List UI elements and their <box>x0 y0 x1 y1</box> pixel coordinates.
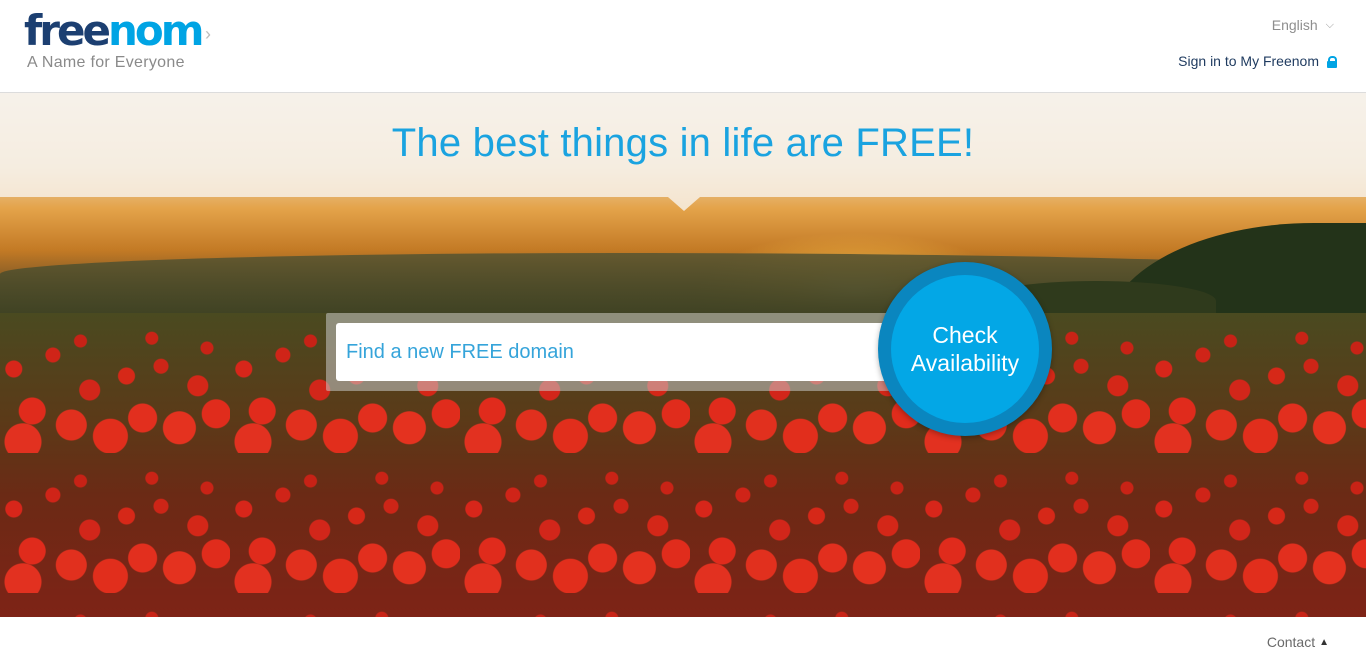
contact-label: Contact <box>1266 634 1316 650</box>
title-band: The best things in life are FREE! <box>0 93 1366 197</box>
chevron-right-icon: › <box>205 24 211 44</box>
logo-tagline: A Name for Everyone <box>27 54 185 71</box>
signin-link[interactable]: Sign in to My Freenom <box>1178 53 1337 69</box>
site-header: freenom A Name for Everyone › English ⌵ … <box>0 0 1366 93</box>
site-footer: Contact ▲ <box>0 617 1366 666</box>
title-band-notch <box>668 197 700 211</box>
hero-title: The best things in life are FREE! <box>391 121 975 165</box>
chevron-up-icon: ▲ <box>1319 636 1329 648</box>
lock-icon <box>1327 55 1337 68</box>
chevron-down-icon: ⌵ <box>1325 18 1334 31</box>
logo-wordmark: freenom <box>24 6 204 55</box>
freenom-logo[interactable]: freenom A Name for Everyone <box>24 6 204 72</box>
language-label: English <box>1271 17 1318 33</box>
contact-link[interactable]: Contact ▲ <box>1267 634 1329 650</box>
domain-search-box <box>326 313 946 391</box>
hero-banner: The best things in life are FREE! CheckA… <box>0 93 1366 617</box>
domain-search-input[interactable] <box>336 323 896 381</box>
language-selector[interactable]: English ⌵ <box>1272 17 1334 33</box>
signin-label: Sign in to My Freenom <box>1178 53 1319 69</box>
check-availability-button[interactable]: Check Availability <box>878 262 1052 436</box>
check-availability-label: Check Availability <box>891 275 1039 423</box>
